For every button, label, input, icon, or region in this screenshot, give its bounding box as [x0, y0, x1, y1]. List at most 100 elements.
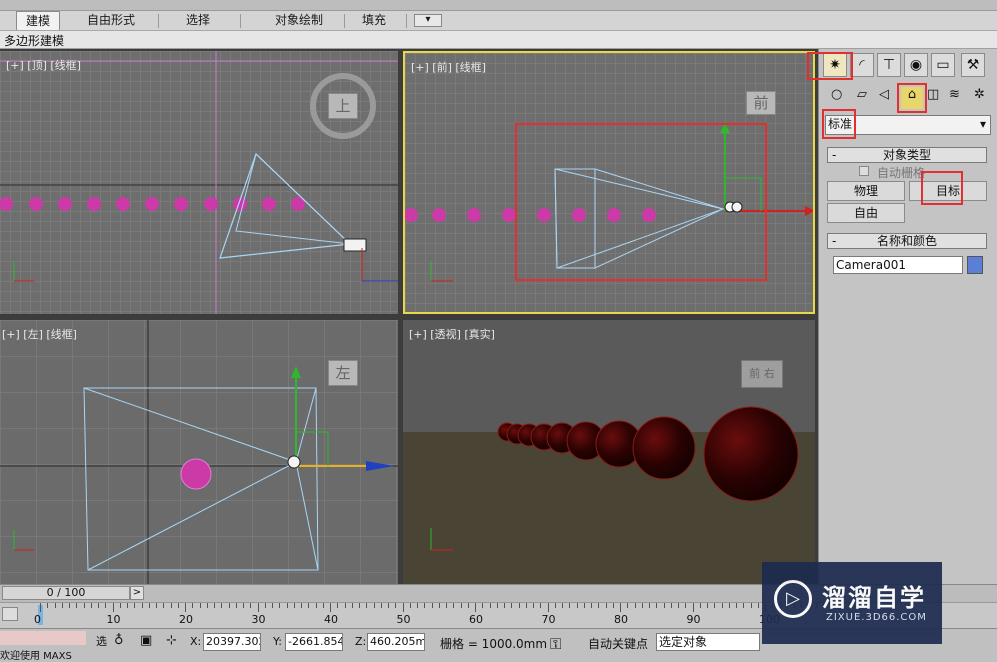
time-slider-thumb[interactable]: 0 / 100 — [2, 586, 130, 600]
modify-tab-icon[interactable]: ◜ — [850, 53, 874, 77]
ruler-tick-mark — [736, 603, 737, 608]
ruler-tick-mark — [424, 603, 426, 608]
ruler-tick-mark — [678, 603, 679, 608]
spacewarps-category-icon[interactable]: ≋ — [949, 87, 960, 102]
lights-category-icon[interactable]: ◁ — [879, 87, 889, 102]
object-type-rollout-header[interactable]: - 对象类型 — [827, 147, 987, 163]
object-color-swatch[interactable] — [967, 256, 983, 274]
tab-selection[interactable]: 选择 — [176, 11, 220, 30]
ruler-tick-mark — [409, 603, 411, 608]
viewcube-top[interactable]: 上 — [310, 73, 376, 139]
name-color-title: 名称和颜色 — [876, 234, 937, 248]
x-coord-label: X: — [190, 635, 202, 648]
ruler-tick-mark — [525, 603, 527, 608]
free-camera-button[interactable]: 自由 — [827, 203, 905, 223]
tab-populate[interactable]: 填充 — [354, 11, 394, 30]
ruler-tick-mark — [279, 603, 281, 608]
viewport-top-label[interactable]: [+] [顶] [线框] — [6, 57, 81, 73]
command-panel: ✷ ◜ ⊤ ◉ ▭ ⚒ ○ ▱ ◁ ⌂ ◫ ≋ ✲ 标准 ▾ - 对象类型 自动栅… — [807, 49, 997, 584]
shapes-category-icon[interactable]: ▱ — [857, 87, 867, 102]
ruler-tick-label: 90 — [686, 613, 701, 626]
selection-lock-label: 选 — [96, 635, 107, 648]
viewport-persp-label[interactable]: [+] [透视] [真实] — [409, 326, 495, 342]
watermark-url: ZIXUE.3D66.COM — [826, 612, 927, 623]
maxscript-listener[interactable] — [0, 631, 86, 645]
ruler-tick-mark — [453, 603, 455, 608]
ruler-tick-mark — [547, 603, 549, 612]
object-category-dropdown[interactable]: 标准 ▾ — [825, 115, 991, 135]
tab-modeling[interactable]: 建模 — [16, 11, 60, 30]
ribbon-tabs: 建模 自由形式 选择 对象绘制 填充 ▾ — [0, 11, 997, 31]
tab-freeform[interactable]: 自由形式 — [78, 11, 144, 30]
ruler-tick-mark — [127, 603, 128, 608]
ruler-tick-mark — [359, 603, 360, 608]
systems-category-icon[interactable]: ✲ — [974, 87, 985, 102]
viewcube-front[interactable]: 前 — [746, 91, 776, 115]
object-name-input[interactable]: Camera001 — [833, 256, 963, 274]
ruler-tick-mark — [467, 603, 469, 608]
selection-set-dropdown[interactable]: 选定对象 — [656, 633, 760, 651]
ruler-tick-mark — [417, 603, 418, 608]
ruler-tick-mark — [634, 603, 636, 608]
ruler-tick-label: 20 — [179, 613, 193, 626]
name-color-rollout-header[interactable]: - 名称和颜色 — [827, 233, 987, 249]
x-coord-field[interactable]: 20397.302 — [203, 633, 261, 651]
ruler-tick-mark — [214, 603, 215, 608]
cameras-category-icon[interactable]: ⌂ — [901, 87, 923, 109]
viewport-front-label[interactable]: [+] [前] [线框] — [411, 59, 486, 75]
ruler-tick-mark — [315, 603, 317, 608]
viewport-top[interactable]: [+] [顶] [线框] 上 — [0, 51, 398, 314]
polygon-modeling-bar[interactable]: 多边形建模 — [0, 31, 997, 49]
ruler-tick-mark — [243, 603, 244, 608]
viewcube-face-top: 上 — [328, 93, 358, 119]
helpers-category-icon[interactable]: ◫ — [927, 87, 939, 102]
ruler-tick-label: 10 — [106, 613, 121, 626]
ruler-tick-label: 50 — [396, 613, 411, 626]
utilities-tab-icon[interactable]: ⚒ — [961, 53, 985, 77]
ruler-tick-mark — [250, 603, 252, 608]
ruler-tick-mark — [743, 603, 745, 608]
ruler-tick-mark — [308, 603, 310, 608]
geometry-category-icon[interactable]: ○ — [831, 87, 842, 102]
physical-camera-button[interactable]: 物理 — [827, 181, 905, 201]
auto-grid-checkbox[interactable] — [859, 166, 869, 176]
motion-tab-icon[interactable]: ◉ — [904, 53, 928, 77]
ruler-tick-mark — [69, 603, 70, 608]
ruler-tick-mark — [714, 603, 716, 608]
y-coord-field[interactable]: -2661.854 — [285, 633, 343, 651]
next-frame-arrow-icon[interactable]: > — [130, 586, 144, 600]
ruler-tick-mark — [199, 603, 201, 608]
tab-object-paint[interactable]: 对象绘制 — [256, 11, 342, 30]
viewcube-left[interactable]: 左 — [328, 360, 358, 386]
display-tab-icon[interactable]: ▭ — [931, 53, 955, 77]
lock-icon[interactable]: ▣ — [140, 633, 152, 648]
ruler-tick-mark — [728, 603, 730, 608]
ruler-tick-mark — [605, 603, 607, 608]
ribbon-options-dropdown[interactable]: ▾ — [414, 14, 442, 27]
viewport-left[interactable]: [+] [左] [线框] 左 — [0, 320, 398, 584]
viewport-front[interactable]: [+] [前] [线框] 前 — [403, 51, 815, 314]
viewport-left-label[interactable]: [+] [左] [线框] — [2, 326, 77, 342]
create-tab-icon[interactable]: ✷ — [823, 53, 847, 77]
viewport-perspective[interactable]: [+] [透视] [真实] 前 右 — [403, 320, 815, 584]
ruler-tick-mark — [105, 603, 107, 608]
track-bar-toggle-icon[interactable] — [2, 607, 18, 621]
absolute-mode-icon[interactable]: ⊹ — [166, 633, 177, 648]
ruler-tick-mark — [627, 603, 629, 608]
z-coord-field[interactable]: 460.205mm — [367, 633, 425, 651]
ruler-tick-mark — [156, 603, 157, 608]
isolate-icon[interactable]: ♁ — [114, 633, 124, 648]
ruler-tick-mark — [649, 603, 650, 608]
ruler-tick-mark — [583, 603, 585, 608]
target-camera-button[interactable]: 目标 — [909, 181, 987, 201]
viewcube-perspective[interactable]: 前 右 — [741, 360, 783, 388]
ruler-tick-label: 40 — [324, 613, 338, 626]
y-coord-label: Y: — [273, 635, 282, 648]
hierarchy-tab-icon[interactable]: ⊤ — [877, 53, 901, 77]
key-icon[interactable]: ⚿ — [550, 635, 561, 653]
ruler-tick-mark — [569, 603, 571, 608]
ruler-tick-mark — [76, 603, 78, 608]
auto-key-button[interactable]: 自动关键点 — [588, 635, 648, 652]
ruler-tick-mark — [707, 603, 708, 608]
ruler-tick-mark — [322, 603, 324, 608]
